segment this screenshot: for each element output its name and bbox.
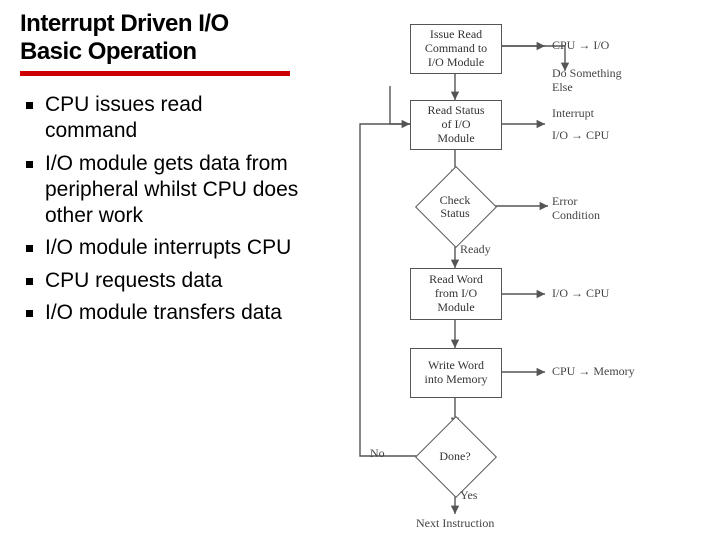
bullet-text: I/O module gets data from peripheral whi… <box>45 151 300 230</box>
box-text: Issue Read Command to I/O Module <box>411 28 501 69</box>
edge-label-ready: Ready <box>460 242 491 256</box>
list-item: I/O module transfers data <box>20 300 300 326</box>
annotation-do-something: Do Something Else <box>552 66 622 95</box>
bullet-icon <box>26 278 33 285</box>
slide: Interrupt Driven I/O Basic Operation CPU… <box>0 0 720 540</box>
annotation-error-condition: Error Condition <box>552 194 600 223</box>
list-item: I/O module interrupts CPU <box>20 235 300 261</box>
box-issue-read: Issue Read Command to I/O Module <box>410 24 502 74</box>
label-next-instruction: Next Instruction <box>416 516 494 530</box>
annotation-interrupt: Interrupt <box>552 106 594 120</box>
box-read-status: Read Status of I/O Module <box>410 100 502 150</box>
box-text: Read Word from I/O Module <box>411 273 501 314</box>
bullet-icon <box>26 245 33 252</box>
flowchart-diagram: Issue Read Command to I/O Module Read St… <box>320 6 700 536</box>
annotation-cpu-to-io: CPU → I/O <box>552 38 609 52</box>
annotation-io-to-cpu-status: I/O → CPU <box>552 128 609 142</box>
bullet-text: I/O module interrupts CPU <box>45 235 291 261</box>
diamond-label: Check Status <box>432 194 478 220</box>
bullet-text: CPU requests data <box>45 268 222 294</box>
edge-label-no: No <box>370 446 385 460</box>
title-line-2: Basic Operation <box>20 38 197 65</box>
annotation-cpu-to-memory: CPU → Memory <box>552 364 635 378</box>
diamond-label: Done? <box>435 450 475 463</box>
list-item: CPU issues read command <box>20 92 300 145</box>
slide-title: Interrupt Driven I/O Basic Operation <box>20 10 290 76</box>
bullet-icon <box>26 310 33 317</box>
list-item: I/O module gets data from peripheral whi… <box>20 151 300 230</box>
box-write-word: Write Word into Memory <box>410 348 502 398</box>
bullet-icon <box>26 102 33 109</box>
bullet-text: I/O module transfers data <box>45 300 282 326</box>
edge-label-yes: Yes <box>460 488 477 502</box>
annotation-io-to-cpu-word: I/O → CPU <box>552 286 609 300</box>
bullet-text: CPU issues read command <box>45 92 300 145</box>
box-text: Write Word into Memory <box>411 359 501 387</box>
box-read-word: Read Word from I/O Module <box>410 268 502 320</box>
bullet-list: CPU issues read command I/O module gets … <box>20 92 300 326</box>
box-text: Read Status of I/O Module <box>411 104 501 145</box>
list-item: CPU requests data <box>20 268 300 294</box>
title-line-1: Interrupt Driven I/O <box>20 10 229 37</box>
bullet-icon <box>26 161 33 168</box>
